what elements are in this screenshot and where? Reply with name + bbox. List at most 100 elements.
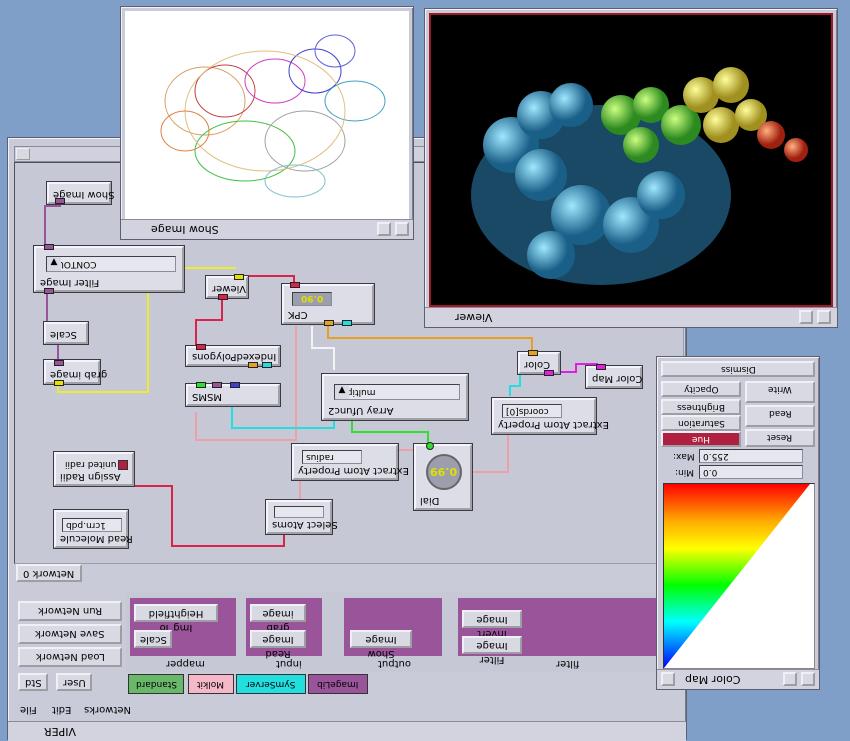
port[interactable] [54,360,64,366]
palette-grab-image[interactable]: grab image [250,604,306,633]
port[interactable] [54,380,64,386]
coords-field[interactable]: coords[0] [502,404,562,418]
dismiss-button[interactable]: Dismiss [661,361,815,377]
dropdown-arrow-icon[interactable]: ▲ [47,257,61,271]
brightness-button[interactable]: Brightness [661,399,741,415]
node-viewer[interactable]: Viewer [206,274,248,300]
read-button[interactable]: Read [745,405,815,427]
window-button[interactable] [661,672,675,686]
window-button[interactable] [801,672,815,686]
tab-standard[interactable]: Standard [128,674,184,694]
viper-titlebar[interactable]: VIPER [8,721,686,741]
tab-imagelib[interactable]: ImageLib [308,674,368,694]
window-button[interactable] [377,222,391,236]
min-label: Min: [675,467,695,477]
port[interactable] [248,362,258,368]
max-field[interactable]: 255.0 [699,449,803,463]
color-ramp[interactable] [663,483,815,669]
load-network-button[interactable]: Load Network [18,647,122,667]
palette-filter-image[interactable]: Filter Image [462,636,522,665]
write-button[interactable]: Write [745,381,815,403]
port[interactable] [324,320,334,326]
node-indexed-polygons[interactable]: IndexedPolygons [186,344,280,368]
node-cpk[interactable]: 0.90 CPK [282,282,374,326]
viewer-canvas[interactable] [429,13,833,307]
contour-select[interactable]: CONTOUR ▲ [46,256,176,272]
palette-read-image[interactable]: Read Image [250,630,306,659]
palette-scale[interactable]: Scale [134,630,172,648]
max-label: Max: [673,451,695,461]
hue-button[interactable]: Hue [661,431,741,447]
node-msms[interactable]: MSMS [186,382,280,406]
node-read-molecule[interactable]: 1crn.pdb Read Molecule [54,510,133,548]
run-network-button[interactable]: Run Network [18,601,122,621]
viewer-titlebar[interactable]: Viewer [425,307,837,327]
port[interactable] [212,382,222,388]
node-extract-radius[interactable]: radius Extract Atom Property [292,444,409,480]
node-dial[interactable]: 0.99 Dial [414,442,472,510]
node-scale[interactable]: Scale [44,322,88,344]
port[interactable] [596,364,606,370]
port[interactable] [218,294,228,300]
multiply-select[interactable]: multiply ▲ [334,384,460,400]
menu-file[interactable]: File [20,704,37,715]
palette-img-to-heightfield[interactable]: Img To Heightfield [134,604,218,633]
node-assign-radii[interactable]: united radii Assign Radii [54,452,134,486]
radius-field[interactable]: radius [302,450,362,464]
contour-drawing [160,34,386,198]
port[interactable] [55,198,65,204]
node-palette: Img To Heightfield Scale grab image Read… [126,592,686,672]
reset-button[interactable]: Reset [745,429,815,447]
tab-std[interactable]: Std [18,673,48,691]
tab-network-0[interactable]: Network 0 [16,564,82,582]
menu-edit[interactable]: Edit [52,704,71,715]
port[interactable] [528,350,538,356]
dial-knob[interactable]: 0.99 [426,454,462,490]
category-label-input: input [276,658,302,669]
port[interactable] [342,320,352,326]
port[interactable] [44,244,54,250]
node-color[interactable]: Color [518,350,560,376]
node-extract-coords[interactable]: coords[0] Extract Atom Property [492,398,609,434]
window-button[interactable] [395,222,409,236]
tab-symserver[interactable]: SymServer [236,674,306,694]
tab-user[interactable]: User [56,673,92,691]
tab-molkit[interactable]: Molkit [188,674,234,694]
port[interactable] [230,382,240,388]
node-filter-image[interactable]: CONTOUR ▲ Filter Image [34,244,184,294]
show-image-titlebar[interactable]: Show Image [121,219,413,239]
port[interactable] [234,274,244,280]
category-label-mapper: mapper [166,658,205,669]
node-color-map[interactable]: Color Map [586,364,642,388]
menu-networks[interactable]: Networks [84,704,131,715]
molecule-file-field[interactable]: 1crn.pdb [62,518,122,532]
color-map-titlebar[interactable]: Color Map [657,669,819,689]
united-radii-checkbox[interactable]: united radii [62,458,128,472]
node-array-ufunc2[interactable]: multiply ▲ Array Ufunc2 [322,374,468,420]
palette-invert-image[interactable]: Invert Image [462,610,522,639]
port[interactable] [196,382,206,388]
scroll-arrow-icon[interactable] [16,148,30,160]
port[interactable] [196,344,206,350]
port[interactable] [44,288,54,294]
node-select-atoms[interactable]: Select Atoms [266,500,338,534]
node-show-image[interactable]: Show Image [47,182,114,204]
save-network-button[interactable]: Save Network [18,624,122,644]
opacity-button[interactable]: Opacity [661,381,741,397]
palette-show-image[interactable]: Show Image [350,630,412,659]
saturation-button[interactable]: Saturation [661,415,741,431]
min-field[interactable]: 0.0 [699,465,803,479]
port[interactable] [426,442,434,450]
port[interactable] [544,370,554,376]
molecule-surface [471,67,808,285]
window-button[interactable] [817,310,831,324]
node-grab-image[interactable]: grab image [44,360,107,386]
checkbox-icon[interactable] [118,460,128,470]
port[interactable] [262,362,272,368]
dropdown-arrow-icon[interactable]: ▲ [335,385,349,399]
select-atoms-field[interactable] [274,506,324,518]
window-button[interactable] [783,672,797,686]
port[interactable] [290,282,300,288]
window-button[interactable] [799,310,813,324]
cpk-value[interactable]: 0.90 [292,292,332,306]
